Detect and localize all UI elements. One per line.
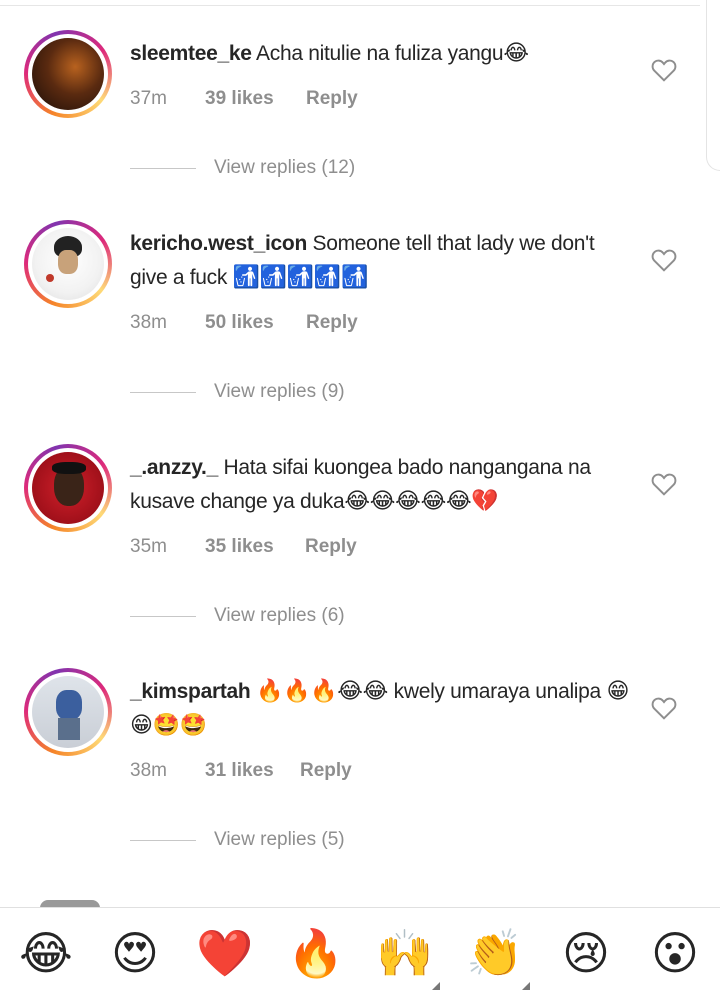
likes-count[interactable]: 31 likes xyxy=(205,760,300,782)
comment-meta: 37m 39 likes Reply xyxy=(130,88,358,110)
red-heart-emoji-button[interactable]: ❤️ xyxy=(195,923,255,983)
comment-body: _kimspartah 🔥🔥🔥😂😂 kwely umaraya unalipa … xyxy=(130,675,630,743)
more-indicator-icon xyxy=(432,982,440,990)
comment-meta: 38m 50 likes Reply xyxy=(130,312,358,334)
heart-eyes-emoji-button[interactable]: 😍 xyxy=(105,923,165,983)
view-replies-label: View replies (9) xyxy=(214,381,345,402)
comment-body: sleemtee_ke Acha nitulie na fuliza yangu… xyxy=(130,37,630,71)
reply-button[interactable]: Reply xyxy=(306,312,358,334)
more-indicator-icon xyxy=(522,982,530,990)
comment-text: Acha nitulie na fuliza yangu xyxy=(256,42,504,65)
view-replies-button[interactable]: View replies (9) xyxy=(130,381,345,403)
reaction-bar: 😂 😍 ❤️ 🔥 🙌 👏 😢 😮 xyxy=(0,907,720,999)
timestamp: 38m xyxy=(130,312,167,333)
comment-emojis: 😂😂😂😂😂💔 xyxy=(344,489,499,514)
clapping-hands-emoji-button[interactable]: 👏 xyxy=(465,923,525,983)
comment-meta: 38m 31 likes Reply xyxy=(130,760,352,782)
comment-body: kericho.west_icon Someone tell that lady… xyxy=(130,227,630,295)
avatar[interactable] xyxy=(24,220,112,308)
timestamp: 37m xyxy=(130,88,167,109)
likes-count[interactable]: 39 likes xyxy=(205,88,306,110)
laugh-cry-emoji-button[interactable]: 😂 xyxy=(16,923,76,983)
username[interactable]: sleemtee_ke xyxy=(130,42,252,65)
view-replies-button[interactable]: View replies (5) xyxy=(130,829,345,851)
view-replies-label: View replies (6) xyxy=(214,605,345,626)
comment-emojis: 🚮🚮🚮🚮🚮 xyxy=(232,265,369,290)
avatar[interactable] xyxy=(24,444,112,532)
view-replies-label: View replies (12) xyxy=(214,157,356,178)
comment-body: _.anzzy._ Hata sifai kuongea bado nangan… xyxy=(130,451,630,519)
timestamp: 35m xyxy=(130,536,167,557)
top-divider xyxy=(0,5,700,6)
surprised-emoji-button[interactable]: 😮 xyxy=(645,923,705,983)
view-replies-button[interactable]: View replies (12) xyxy=(130,157,355,179)
heart-icon[interactable] xyxy=(651,58,677,82)
sad-tear-emoji-button[interactable]: 😢 xyxy=(556,923,616,983)
comment-meta: 35m 35 likes Reply xyxy=(130,536,357,558)
heart-icon[interactable] xyxy=(651,696,677,720)
reply-button[interactable]: Reply xyxy=(300,760,352,782)
raising-hands-emoji-button[interactable]: 🙌 xyxy=(375,923,435,983)
username[interactable]: kericho.west_icon xyxy=(130,232,307,255)
comment-emojis-prefix: 🔥🔥🔥😂😂 xyxy=(255,679,389,704)
heart-icon[interactable] xyxy=(651,472,677,496)
comment-emojis: 😂 xyxy=(503,41,529,66)
side-panel-edge xyxy=(706,0,720,171)
view-replies-label: View replies (5) xyxy=(214,829,345,850)
comment-text: kwely umaraya unalipa xyxy=(393,680,602,703)
username[interactable]: _kimspartah xyxy=(130,680,251,703)
heart-icon[interactable] xyxy=(651,248,677,272)
avatar[interactable] xyxy=(24,668,112,756)
reply-button[interactable]: Reply xyxy=(305,536,357,558)
avatar[interactable] xyxy=(24,30,112,118)
view-replies-button[interactable]: View replies (6) xyxy=(130,605,345,627)
likes-count[interactable]: 35 likes xyxy=(205,536,305,558)
reply-button[interactable]: Reply xyxy=(306,88,358,110)
fire-emoji-button[interactable]: 🔥 xyxy=(286,923,346,983)
username[interactable]: _.anzzy._ xyxy=(130,456,218,479)
timestamp: 38m xyxy=(130,760,167,781)
likes-count[interactable]: 50 likes xyxy=(205,312,306,334)
